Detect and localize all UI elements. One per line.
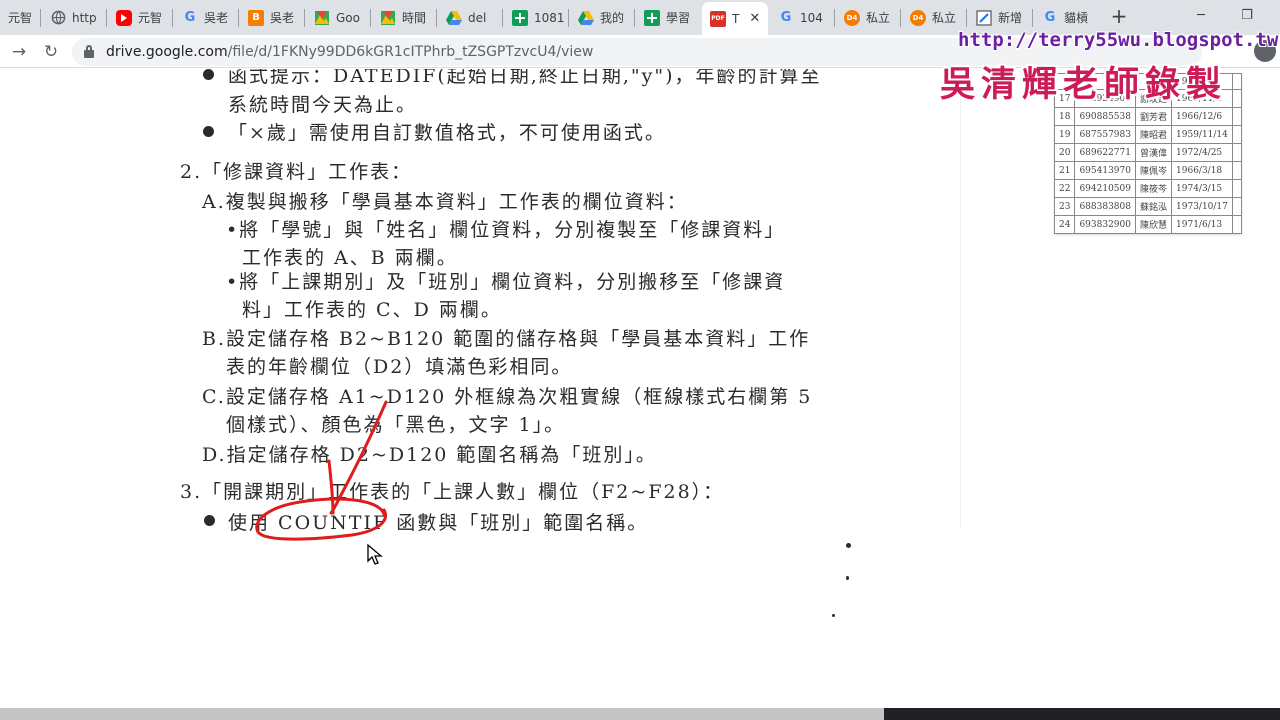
globe-icon xyxy=(50,10,66,26)
browser-tab[interactable]: G 貓槓 xyxy=(1034,4,1096,31)
table-row: 20 689622771 曾漢偉 1972/4/25 xyxy=(1053,143,1242,162)
d4-icon: D4 xyxy=(910,9,926,26)
scan-speck xyxy=(832,614,835,617)
restore-icon[interactable]: ❐ xyxy=(1232,5,1262,27)
google-drive-icon xyxy=(578,10,594,26)
reload-icon[interactable]: ↻ xyxy=(38,39,64,65)
browser-tab[interactable]: 1081 xyxy=(504,4,566,31)
browser-tab[interactable]: D4 私立 xyxy=(836,4,898,31)
d4-icon: D4 xyxy=(844,9,860,26)
table-row: 21 695413970 陳佩岑 1966/3/18 xyxy=(1053,161,1242,180)
lock-icon xyxy=(84,45,94,58)
browser-tab[interactable]: http xyxy=(42,4,104,31)
google-icon: G xyxy=(184,10,196,25)
browser-tab[interactable]: B 吳老 xyxy=(240,4,302,31)
tab-separator xyxy=(172,9,173,27)
tab-separator xyxy=(502,9,503,27)
pdf-viewer[interactable]: 函式提示：DATEDIF(起始日期,終止日期,"y")，年齡的計算至 系統時間今… xyxy=(0,69,1280,708)
browser-tab[interactable]: Goo xyxy=(306,4,368,31)
edit-doc-icon xyxy=(976,9,992,26)
tab-separator xyxy=(304,9,305,27)
google-earth-icon xyxy=(380,10,396,26)
minimize-icon[interactable]: ─ xyxy=(1186,5,1216,27)
table-row: 24 693832900 陳欣慧 1971/6/13 xyxy=(1053,215,1242,234)
table-row: 23 688383808 蘇銘泓 1973/10/17 xyxy=(1053,197,1242,216)
tab-separator xyxy=(370,9,371,27)
tab-separator xyxy=(106,9,107,27)
annotation-circle xyxy=(255,400,388,541)
browser-tab[interactable]: 元智 xyxy=(108,4,170,31)
tab-separator xyxy=(436,9,437,27)
browser-tab[interactable]: 新增 xyxy=(968,4,1030,31)
browser-tab[interactable]: G 104 xyxy=(770,4,832,31)
browser-tab[interactable]: del xyxy=(438,4,500,31)
watermark-url: http://terry55wu.blogspot.tw xyxy=(958,29,1279,51)
pdf-icon: PDF xyxy=(710,10,726,27)
browser-tab-active[interactable]: PDF T ✕ xyxy=(702,2,768,35)
table-row: 18 690885538 劉芳君 1966/12/6 xyxy=(1053,107,1242,126)
mouse-cursor-icon xyxy=(367,543,383,565)
scan-speck xyxy=(846,576,849,580)
browser-tab[interactable]: 時間 xyxy=(372,4,434,31)
horizontal-scrollbar[interactable] xyxy=(0,708,1280,720)
google-drive-icon xyxy=(446,10,462,26)
browser-tab[interactable]: D4 私立 xyxy=(902,4,964,31)
scrollbar-thumb[interactable] xyxy=(0,708,884,720)
tab-separator xyxy=(40,9,41,27)
url-text[interactable]: drive.google.com/file/d/1FKNy99DD6kGR1cI… xyxy=(106,44,593,60)
browser-tab[interactable]: 學習 xyxy=(636,4,700,31)
table-row: 22 694210509 陳筱芩 1974/3/15 xyxy=(1053,179,1242,198)
browser-tab[interactable]: 元智 xyxy=(0,4,40,31)
tab-separator xyxy=(1032,9,1033,27)
table-row: 19 687557983 陳昭君 1959/11/14 xyxy=(1053,125,1242,144)
forward-arrow-icon[interactable]: → xyxy=(6,39,32,65)
close-icon[interactable]: ✕ xyxy=(749,11,760,26)
watermark-name: 吳清輝老師錄製 xyxy=(940,64,1228,105)
tab-separator xyxy=(966,9,967,27)
tab-separator xyxy=(238,9,239,27)
tab-separator xyxy=(568,9,569,27)
google-sheets-icon xyxy=(512,9,528,26)
google-sheets-icon xyxy=(644,9,660,26)
google-icon: G xyxy=(1044,10,1056,25)
tab-separator xyxy=(634,9,635,27)
youtube-icon xyxy=(116,9,132,26)
blogger-icon: B xyxy=(248,9,264,26)
google-earth-icon xyxy=(314,10,330,26)
new-tab-plus-icon[interactable]: + xyxy=(1108,6,1130,28)
browser-tab[interactable]: 我的 xyxy=(570,4,632,31)
tab-separator xyxy=(834,9,835,27)
browser-tab[interactable]: G 吳老 xyxy=(174,4,236,31)
google-icon: G xyxy=(780,10,792,25)
tab-separator xyxy=(900,9,901,27)
